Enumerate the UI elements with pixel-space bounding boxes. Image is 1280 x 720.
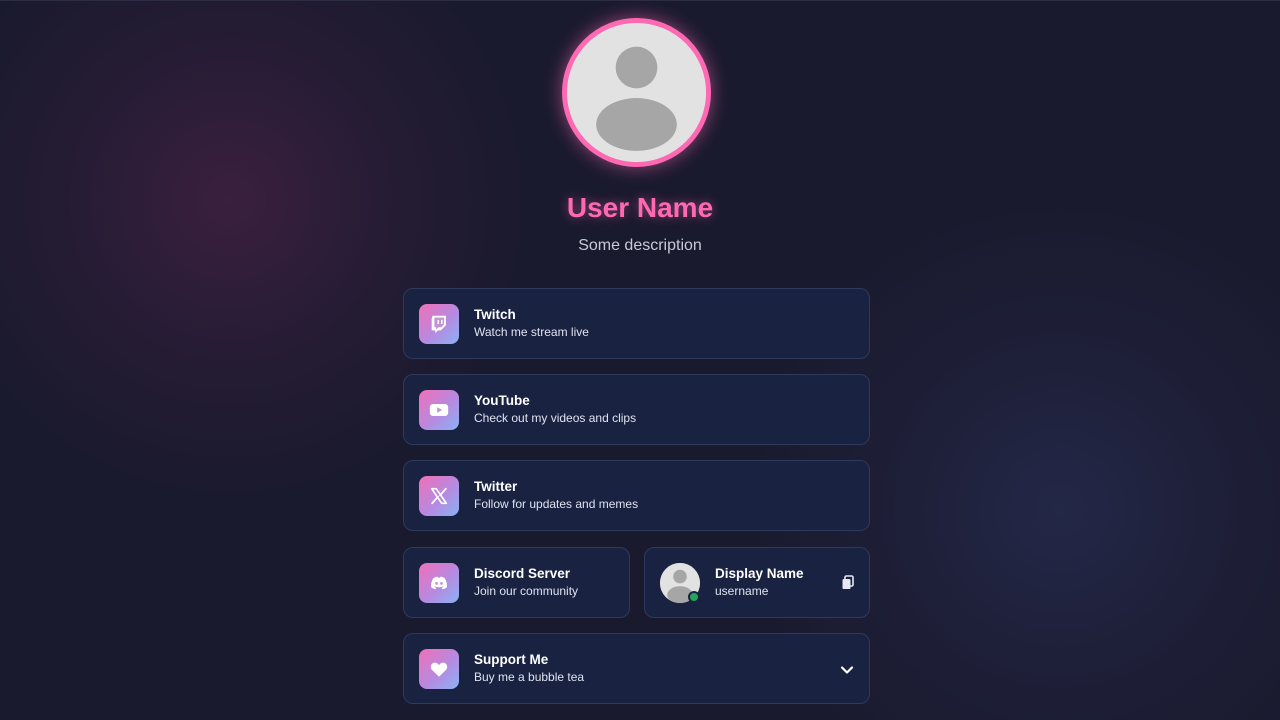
online-status-indicator (688, 591, 700, 603)
discord-icon (419, 563, 459, 603)
discord-display-name: Display Name (715, 566, 804, 581)
discord-username: username (715, 584, 769, 598)
link-title: Twitch (474, 307, 516, 322)
support-title: Support Me (474, 652, 549, 667)
link-card-youtube[interactable]: YouTube Check out my videos and clips (403, 374, 870, 445)
support-subtitle: Buy me a bubble tea (474, 670, 585, 684)
youtube-icon (419, 390, 459, 430)
link-subtitle: Follow for updates and memes (474, 497, 639, 511)
link-subtitle: Join our community (474, 584, 579, 598)
link-subtitle: Watch me stream live (474, 325, 589, 339)
twitch-icon (419, 304, 459, 344)
profile-avatar (562, 18, 711, 167)
support-card[interactable]: Support Me Buy me a bubble tea (403, 633, 870, 704)
link-title: Twitter (474, 479, 518, 494)
default-user-avatar-icon (567, 23, 706, 162)
link-subtitle: Check out my videos and clips (474, 411, 637, 425)
link-card-twitter[interactable]: Twitter Follow for updates and memes (403, 460, 870, 531)
link-card-discord[interactable]: Discord Server Join our community (403, 547, 630, 618)
link-title: Discord Server (474, 566, 571, 581)
profile-name: User Name (566, 192, 714, 223)
discord-user-card[interactable]: Display Name username (644, 547, 870, 618)
copy-icon[interactable] (841, 575, 855, 591)
top-divider (0, 0, 1280, 1)
profile-description: Some description (578, 237, 702, 254)
link-title: YouTube (474, 393, 530, 408)
link-card-twitch[interactable]: Twitch Watch me stream live (403, 288, 870, 359)
heart-icon (419, 649, 459, 689)
x-twitter-icon (419, 476, 459, 516)
chevron-down-icon[interactable] (840, 663, 854, 675)
